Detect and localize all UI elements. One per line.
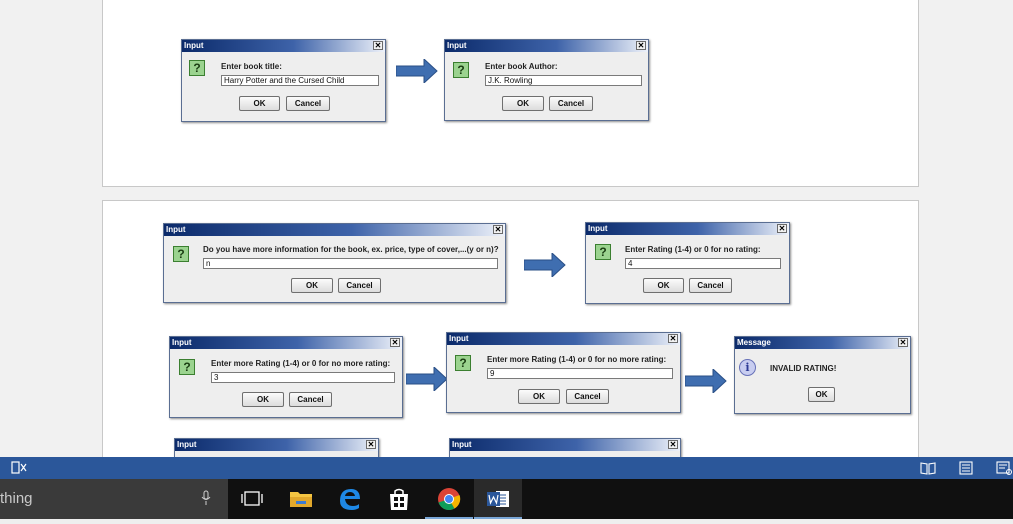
right-arrow-icon [524,253,566,277]
question-icon: ? [453,62,469,78]
task-view-button[interactable] [228,479,276,519]
dialog-title: Input ✕ [450,439,680,451]
question-icon: ? [455,355,471,371]
web-layout-icon[interactable] [996,461,1012,475]
ok-button[interactable]: OK [643,278,684,293]
ok-button[interactable]: OK [502,96,544,111]
question-icon: ? [179,359,195,375]
close-icon[interactable]: ✕ [366,440,376,449]
document-canvas: Input ✕ ? Enter book title: Harry Potter… [0,0,1013,478]
ok-button[interactable]: OK [291,278,333,293]
ok-button[interactable]: OK [808,387,835,402]
right-arrow-icon [406,367,448,391]
dialog-enter-rating: Input ✕ ? Enter Rating (1-4) or 0 for no… [585,222,790,304]
taskbar-search-box[interactable]: thing [0,479,228,519]
cancel-button[interactable]: Cancel [338,278,381,293]
close-icon[interactable]: ✕ [636,41,646,50]
close-icon[interactable]: ✕ [668,440,678,449]
dialog-title: Input ✕ [586,223,789,235]
close-icon[interactable]: ✕ [777,224,787,233]
message-label: INVALID RATING! [770,364,837,373]
title-input[interactable]: Harry Potter and the Cursed Child [221,75,379,86]
ok-button[interactable]: OK [239,96,280,111]
question-icon: ? [595,244,611,260]
microphone-icon[interactable] [201,490,211,506]
close-icon[interactable]: ✕ [493,225,503,234]
author-input[interactable]: J.K. Rowling [485,75,642,86]
dialog-enter-title: Input ✕ ? Enter book title: Harry Potter… [181,39,386,122]
prompt-label: Enter more Rating (1-4) or 0 for no more… [487,355,667,364]
folder-icon [290,492,312,507]
windows-taskbar: thing [0,479,1013,519]
file-explorer-button[interactable] [277,479,325,519]
chrome-icon [438,488,461,511]
more-rating-input[interactable]: 3 [211,372,395,383]
right-arrow-icon [685,369,727,393]
close-icon[interactable]: ✕ [898,338,908,347]
word-icon [487,491,509,507]
right-arrow-icon [396,59,438,83]
prompt-label: Enter book Author: [485,62,558,71]
dialog-enter-author: Input ✕ ? Enter book Author: J.K. Rowlin… [444,39,649,121]
dialog-more-info: Input ✕ ? Do you have more information f… [163,223,506,303]
cancel-button[interactable]: Cancel [566,389,609,404]
prompt-label: Enter Rating (1-4) or 0 for no rating: [625,245,761,254]
rating-input[interactable]: 4 [625,258,781,269]
close-icon[interactable]: ✕ [373,41,383,50]
more-info-input[interactable]: n [203,258,498,269]
store-button[interactable] [375,479,423,519]
dialog-invalid-rating: Message ✕ i INVALID RATING! OK [734,336,911,414]
read-mode-icon[interactable] [920,461,936,475]
dialog-more-rating-9: Input ✕ ? Enter more Rating (1-4) or 0 f… [446,332,681,413]
store-icon [390,488,408,510]
question-icon: ? [189,60,205,76]
prompt-label: Enter book title: [221,62,282,71]
dialog-title: Input ✕ [182,40,385,52]
more-rating-input[interactable]: 9 [487,368,673,379]
dialog-title: Input ✕ [170,337,402,349]
cancel-button[interactable]: Cancel [289,392,332,407]
close-icon[interactable]: ✕ [668,334,678,343]
prompt-label: Enter more Rating (1-4) or 0 for no more… [211,359,391,368]
cancel-button[interactable]: Cancel [549,96,593,111]
ok-button[interactable]: OK [242,392,284,407]
word-button[interactable] [474,479,522,519]
close-icon[interactable]: ✕ [390,338,400,347]
print-layout-icon[interactable] [958,461,974,475]
proofing-icon[interactable] [11,461,27,475]
ok-button[interactable]: OK [518,389,560,404]
dialog-more-rating-3: Input ✕ ? Enter more Rating (1-4) or 0 f… [169,336,403,418]
dialog-title: Message ✕ [735,337,910,349]
question-icon: ? [173,246,189,262]
task-view-icon [241,491,263,506]
edge-icon [340,489,360,510]
dialog-title: Input ✕ [164,224,505,236]
edge-browser-button[interactable] [326,479,374,519]
dialog-title: Input ✕ [447,333,680,345]
dialog-title: Input ✕ [175,439,378,451]
word-status-bar [0,457,1013,479]
dialog-title: Input ✕ [445,40,648,52]
chrome-button[interactable] [425,479,473,519]
info-icon: i [739,359,756,376]
search-placeholder: thing [0,490,33,507]
prompt-label: Do you have more information for the boo… [203,245,499,254]
cancel-button[interactable]: Cancel [286,96,330,111]
cancel-button[interactable]: Cancel [689,278,732,293]
